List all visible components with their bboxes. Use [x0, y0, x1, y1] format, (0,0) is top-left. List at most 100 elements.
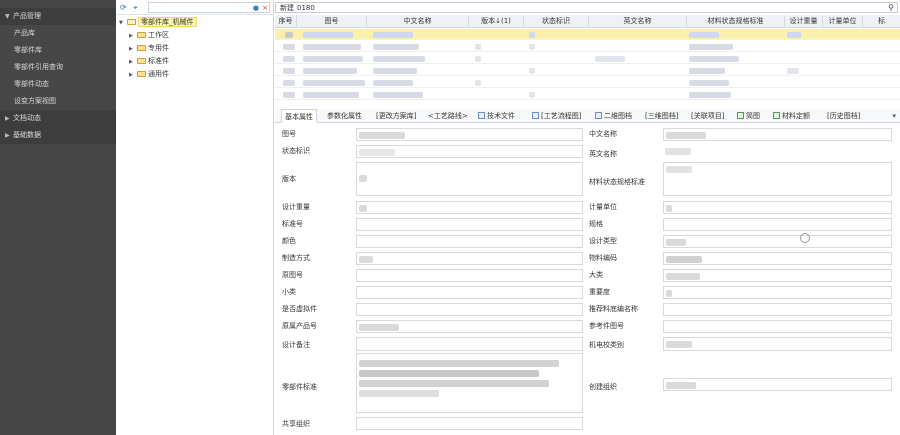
drawing-number-field[interactable] — [356, 128, 583, 141]
material-spec-standard-field[interactable] — [663, 162, 892, 196]
field-label: 是否虚拟件 — [282, 305, 317, 313]
refresh-icon[interactable]: ⟳ — [120, 3, 129, 12]
folder-open-icon — [127, 19, 136, 25]
column-header[interactable]: 标 — [863, 15, 900, 28]
nav-item-product-library[interactable]: 产品库 — [0, 25, 116, 42]
column-header[interactable]: 材料状态规格标准 — [687, 15, 785, 28]
subcategory-field[interactable] — [356, 286, 583, 299]
search-option-icon[interactable]: ● — [253, 3, 259, 13]
table-row[interactable] — [275, 77, 900, 88]
nav-item-parts-library[interactable]: 零部件库 — [0, 42, 116, 59]
chinese-name-field[interactable] — [663, 128, 892, 141]
tab-parametric-properties[interactable]: 参数化属性 — [324, 109, 365, 123]
unit-of-measure-field[interactable] — [663, 201, 892, 214]
tree-node-workspace[interactable]: ▶ 工作区 — [129, 30, 169, 41]
folder-icon — [137, 71, 146, 77]
tree-search-input[interactable]: ● × — [148, 2, 270, 13]
field-label: 制造方式 — [282, 254, 310, 262]
nav-group-document-activity[interactable]: ▶ 文档动态 — [0, 110, 116, 127]
tab-3d-drawings[interactable]: [三维图档] — [642, 109, 681, 123]
table-row[interactable] — [275, 65, 900, 76]
design-weight-field[interactable] — [356, 201, 583, 214]
left-nav: ▼ 产品管理 产品库 零部件库 零部件引用查询 零部件动态 设变方案视图 ▶ 文档动… — [0, 0, 116, 435]
nav-item-parts-activity[interactable]: 零部件动态 — [0, 76, 116, 93]
field-label: 共享组织 — [282, 420, 310, 428]
chevron-right-icon: ▶ — [5, 115, 10, 122]
color-field[interactable] — [356, 235, 583, 248]
table-row[interactable] — [275, 41, 900, 52]
nav-item-change-plan-view[interactable]: 设变方案视图 — [0, 93, 116, 110]
field-label: 零部件标准 — [282, 383, 317, 391]
status-flag-field[interactable] — [356, 145, 583, 158]
version-field[interactable] — [356, 162, 583, 196]
tab-material-quota[interactable]: 材料定额 — [770, 109, 813, 123]
column-header[interactable]: 状态标识 — [524, 15, 589, 28]
column-header[interactable]: 英文名称 — [589, 15, 687, 28]
manufacturing-method-field[interactable] — [356, 252, 583, 265]
creation-organization-field[interactable] — [663, 378, 892, 391]
field-label: 推荐料底编名称 — [589, 305, 638, 313]
tab-sketch[interactable]: 简图 — [734, 109, 763, 123]
tab-technical-documents[interactable]: 技术文件 — [475, 109, 518, 123]
material-code-field[interactable] — [663, 252, 892, 265]
is-virtual-part-field[interactable] — [356, 303, 583, 316]
locate-icon[interactable]: ⌖ — [133, 3, 142, 12]
table-row[interactable] — [275, 89, 900, 100]
tree-node-common-parts[interactable]: ▶ 通用件 — [129, 69, 169, 80]
tab-related-projects[interactable]: [关联项目] — [688, 109, 727, 123]
column-header[interactable]: 设计重量 — [785, 15, 823, 28]
main-panel: 新建 0180 ⚲ 序号 图号 中文名称 版本↓(1) 状态标识 英文名称 材料… — [275, 0, 900, 435]
material-icon — [773, 112, 780, 119]
design-type-field[interactable] — [663, 235, 892, 248]
basic-properties-form: 图号 状态标识 版本 设计重量 标准号 颜色 制造方式 原图号 小类 是否虚拟件… — [275, 124, 900, 435]
table-row[interactable] — [275, 29, 900, 40]
flowchart-icon — [532, 112, 539, 119]
importance-field[interactable] — [663, 286, 892, 299]
tab-change-plan-library[interactable]: [更改方案库] — [373, 109, 419, 123]
image-icon — [737, 112, 744, 119]
field-label: 版本 — [282, 175, 296, 183]
tab-history-drawings[interactable]: [历史图档] — [824, 109, 863, 123]
english-name-field[interactable] — [663, 145, 892, 162]
nav-group-product-management[interactable]: ▼ 产品管理 — [0, 8, 116, 25]
field-label: 物料编码 — [589, 254, 617, 262]
shared-organization-field[interactable] — [356, 417, 583, 430]
tab-2d-drawings[interactable]: 二维图档 — [592, 109, 635, 123]
field-label: 参考件图号 — [589, 322, 624, 330]
tab-process-route[interactable]: <工艺路线> — [425, 109, 471, 123]
part-standard-field[interactable] — [356, 353, 583, 413]
field-label: 小类 — [282, 288, 296, 296]
reference-drawing-number-field[interactable] — [663, 320, 892, 333]
electromechanical-category-field[interactable] — [663, 337, 892, 351]
field-label: 规格 — [589, 220, 603, 228]
search-input[interactable]: 新建 0180 ⚲ — [275, 2, 898, 13]
tree-node-special-parts[interactable]: ▶ 专用件 — [129, 43, 169, 54]
clear-icon[interactable]: × — [262, 3, 268, 13]
design-notes-field[interactable] — [356, 337, 583, 351]
column-header[interactable]: 图号 — [297, 15, 367, 28]
major-category-field[interactable] — [663, 269, 892, 282]
tab-process-flowchart[interactable]: [工艺流程图] — [529, 109, 584, 123]
column-header[interactable]: 中文名称 — [367, 15, 469, 28]
chevron-down-icon: ▼ — [5, 13, 10, 20]
standard-number-field[interactable] — [356, 218, 583, 231]
column-header[interactable]: 序号 — [275, 15, 297, 28]
original-drawing-number-field[interactable] — [356, 269, 583, 282]
tree-node-standard-parts[interactable]: ▶ 标准件 — [129, 56, 169, 67]
nav-item-parts-reference-query[interactable]: 零部件引用查询 — [0, 59, 116, 76]
search-icon[interactable]: ⚲ — [888, 3, 894, 13]
recommended-material-name-field[interactable] — [663, 303, 892, 316]
field-label: 材料状态规格标准 — [589, 178, 645, 186]
tab-basic-properties[interactable]: 基本属性 — [281, 109, 317, 123]
nav-group-base-data[interactable]: ▶ 基础数据 — [0, 127, 116, 144]
specification-field[interactable] — [663, 218, 892, 231]
table-row[interactable] — [275, 53, 900, 64]
chevron-down-icon[interactable]: ▾ — [892, 109, 896, 123]
tree-node-root[interactable]: ▼ 零部件库_机械件 — [119, 17, 197, 28]
original-product-number-field[interactable] — [356, 320, 583, 333]
field-label: 创建组织 — [589, 383, 617, 391]
column-header[interactable]: 计量单位 — [823, 15, 863, 28]
column-header[interactable]: 版本↓(1) — [469, 15, 524, 28]
search-label: 新建 — [280, 4, 294, 12]
field-label: 机电校类别 — [589, 341, 624, 349]
